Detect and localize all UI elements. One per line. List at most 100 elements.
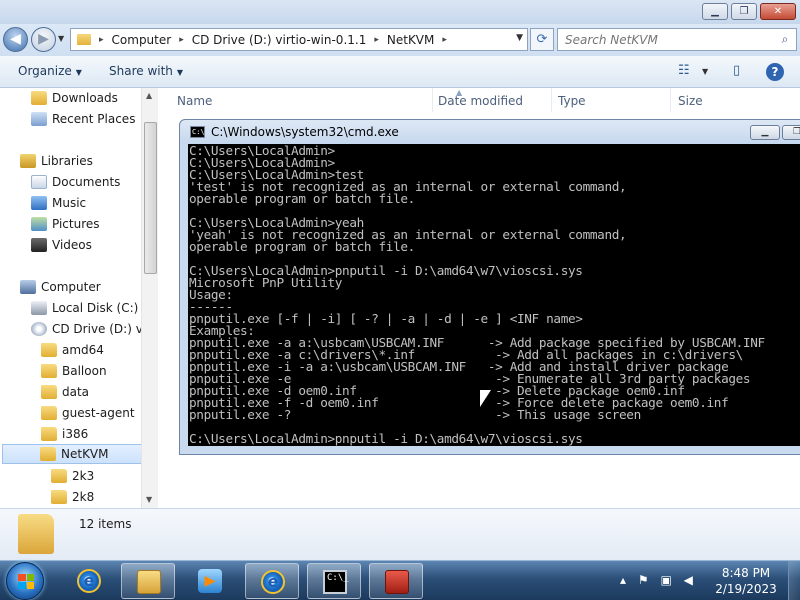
help-icon[interactable]: ?: [766, 63, 784, 81]
address-dropdown-icon[interactable]: ▼: [516, 33, 523, 43]
nav-item-guest-agent[interactable]: guest-agent: [41, 403, 135, 423]
nav-item-videos[interactable]: Videos: [31, 235, 92, 255]
taskbar-internet-explorer-2[interactable]: e: [245, 563, 299, 599]
taskbar-media-player[interactable]: ▶: [183, 563, 237, 599]
column-headers: ▲ Name Date modified Type Size: [159, 88, 800, 114]
column-divider[interactable]: [432, 88, 433, 112]
breadcrumb-computer[interactable]: Computer: [109, 33, 175, 47]
folder-icon: [18, 514, 54, 554]
local-disk-icon: [31, 301, 47, 315]
folder-icon: [41, 427, 57, 441]
column-header-name[interactable]: Name: [177, 94, 212, 108]
command-bar: Organize ▼ Share with ▼ ☷ ▼ ▯: [0, 56, 800, 88]
column-divider[interactable]: [551, 88, 552, 112]
cmd-maximize-button[interactable]: ❐: [782, 125, 800, 140]
nav-item-local-disk[interactable]: Local Disk (C:): [31, 298, 138, 318]
notification-area: ▴ ⚑ ▣ ◀: [620, 573, 693, 587]
start-button[interactable]: [6, 562, 44, 600]
toolbox-icon: [385, 570, 409, 594]
navigation-pane: Downloads Recent Places Libraries Docume…: [0, 88, 158, 508]
nav-item-balloon[interactable]: Balloon: [41, 361, 107, 381]
nav-item-i386[interactable]: i386: [41, 424, 88, 444]
nav-item-music[interactable]: Music: [31, 193, 86, 213]
folder-icon: [51, 469, 67, 483]
organize-button[interactable]: Organize ▼: [18, 64, 82, 78]
internet-explorer-icon: e: [77, 569, 101, 593]
nav-item-cd-drive[interactable]: CD Drive (D:) virt: [31, 319, 156, 339]
nav-item-data[interactable]: data: [41, 382, 89, 402]
volume-icon[interactable]: ◀: [684, 573, 693, 587]
scroll-down-icon[interactable]: ▼: [146, 495, 152, 504]
nav-item-label: Recent Places: [52, 112, 136, 126]
clock[interactable]: 8:48 PM 2/19/2023: [710, 565, 782, 597]
nav-item-libraries[interactable]: Libraries: [20, 151, 93, 171]
music-icon: [31, 196, 47, 210]
taskbar-internet-explorer[interactable]: e: [62, 563, 116, 599]
taskbar-command-prompt[interactable]: C:\_: [307, 563, 361, 599]
documents-icon: [31, 175, 47, 189]
close-button[interactable]: ✕: [760, 3, 796, 20]
nav-item-label: guest-agent: [62, 406, 135, 420]
folder-icon: [41, 406, 57, 420]
share-with-label: Share with: [109, 64, 173, 78]
show-hidden-icons-icon[interactable]: ▴: [620, 573, 626, 587]
breadcrumb-netkvm[interactable]: NetKVM: [384, 33, 438, 47]
column-header-date-modified[interactable]: Date modified: [438, 94, 523, 108]
nav-item-amd64[interactable]: amd64: [41, 340, 104, 360]
console-text: C:\Users\LocalAdmin> C:\Users\LocalAdmin…: [189, 144, 765, 446]
recent-pages-dropdown[interactable]: ▼: [58, 34, 64, 43]
maximize-button[interactable]: ❐: [731, 3, 757, 20]
windows-logo-icon: [18, 574, 34, 589]
search-icon[interactable]: ⌕: [774, 32, 796, 47]
view-dropdown-icon[interactable]: ▼: [702, 67, 708, 76]
scroll-up-icon[interactable]: ▲: [146, 91, 152, 100]
network-icon[interactable]: ▣: [660, 573, 671, 587]
action-center-flag-icon[interactable]: ⚑: [638, 573, 649, 587]
view-options-icon[interactable]: ☷: [678, 63, 690, 78]
nav-item-label: Documents: [52, 175, 121, 189]
folder-icon: [41, 364, 57, 378]
scrollbar-thumb[interactable]: [144, 122, 157, 274]
nav-item-2k3[interactable]: 2k3: [51, 466, 94, 486]
nav-item-label: 2k3: [72, 469, 95, 483]
search-input[interactable]: [558, 32, 774, 47]
taskbar-toolbox[interactable]: [369, 563, 423, 599]
navigation-scrollbar[interactable]: ▲ ▼: [141, 88, 158, 508]
refresh-button[interactable]: ⟳: [530, 28, 554, 51]
breadcrumb-separator-icon[interactable]: ▸: [437, 35, 452, 45]
breadcrumb-separator-icon[interactable]: ▸: [94, 35, 109, 45]
search-box[interactable]: ⌕: [557, 28, 797, 51]
libraries-icon: [20, 154, 36, 168]
nav-item-computer[interactable]: Computer: [20, 277, 101, 297]
column-divider[interactable]: [670, 88, 671, 112]
share-with-button[interactable]: Share with ▼: [109, 64, 183, 78]
cmd-titlebar[interactable]: C:\ C:\Windows\system32\cmd.exe ▁ ❐: [180, 120, 800, 144]
back-button[interactable]: ◀: [3, 27, 28, 52]
breadcrumb-separator-icon[interactable]: ▸: [174, 35, 189, 45]
nav-item-recent-places[interactable]: Recent Places: [31, 109, 135, 129]
column-header-type[interactable]: Type: [558, 94, 586, 108]
breadcrumb-separator-icon[interactable]: ▸: [369, 35, 384, 45]
nav-item-label: Pictures: [52, 217, 100, 231]
nav-item-netkvm[interactable]: NetKVM: [2, 444, 152, 464]
show-desktop-button[interactable]: [788, 561, 800, 600]
taskbar-windows-explorer[interactable]: [121, 563, 175, 599]
cmd-minimize-button[interactable]: ▁: [750, 125, 780, 140]
preview-pane-icon[interactable]: ▯: [733, 63, 740, 78]
nav-item-pictures[interactable]: Pictures: [31, 214, 100, 234]
breadcrumb-cd-drive[interactable]: CD Drive (D:) virtio-win-0.1.1: [189, 33, 370, 47]
recent-places-icon: [31, 112, 47, 126]
nav-item-2k8[interactable]: 2k8: [51, 487, 94, 507]
minimize-button[interactable]: ▁: [702, 3, 728, 20]
address-bar[interactable]: ▸ Computer ▸ CD Drive (D:) virtio-win-0.…: [70, 28, 528, 51]
videos-icon: [31, 238, 47, 252]
column-header-size[interactable]: Size: [678, 94, 703, 108]
nav-item-downloads[interactable]: Downloads: [31, 88, 118, 108]
nav-item-label: Libraries: [41, 154, 93, 168]
forward-button[interactable]: ▶: [31, 27, 56, 52]
explorer-titlebar[interactable]: ▁ ❐ ✕: [0, 0, 800, 24]
console-output[interactable]: C:\Users\LocalAdmin> C:\Users\LocalAdmin…: [188, 144, 800, 446]
nav-item-documents[interactable]: Documents: [31, 172, 120, 192]
folder-icon: [51, 490, 67, 504]
cmd-window-title: C:\Windows\system32\cmd.exe: [211, 125, 399, 139]
